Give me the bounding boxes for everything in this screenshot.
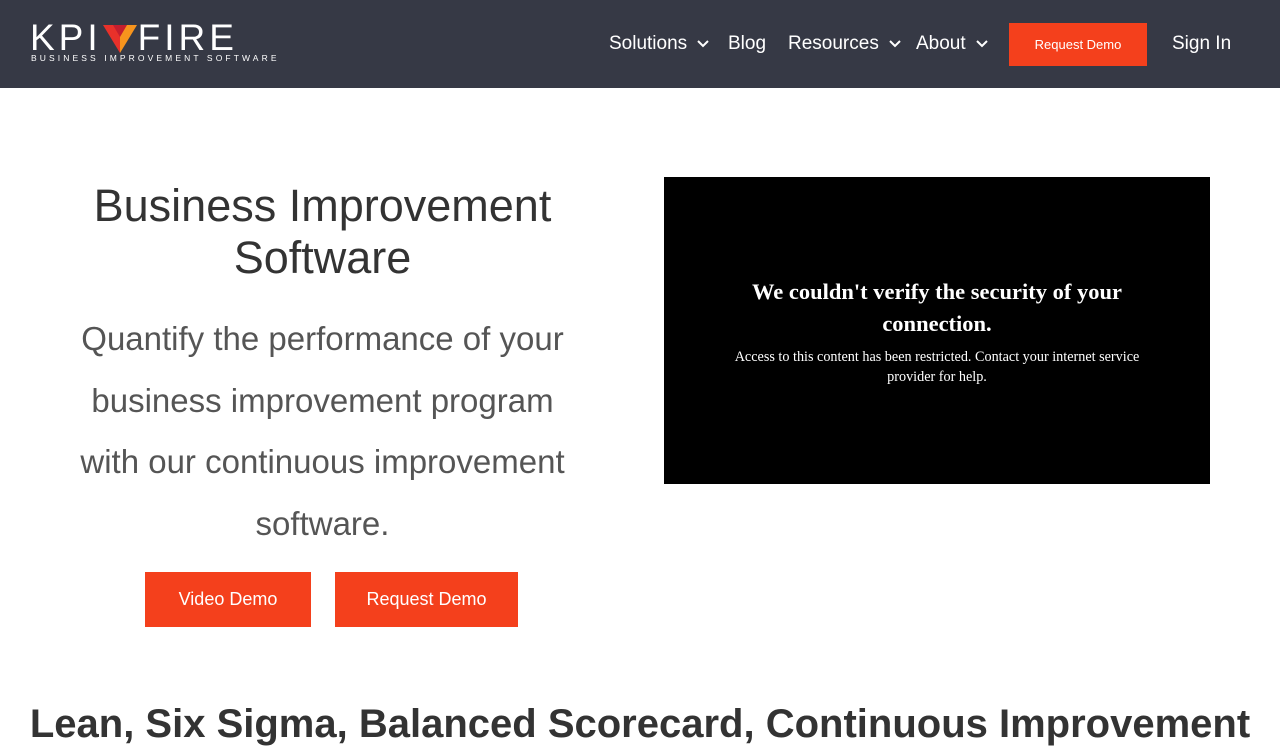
video-embed[interactable]: We couldn't verify the security of your …	[664, 177, 1210, 484]
sign-in-link[interactable]: Sign In	[1172, 30, 1231, 58]
nav-about[interactable]: About	[916, 30, 989, 58]
hero-title: Business Improvement Software	[93, 180, 552, 283]
chevron-down-icon	[697, 40, 709, 48]
request-demo-button[interactable]: Request Demo	[335, 572, 518, 627]
top-navbar: KPI FIRE BUSINESS IMPROVEMENT SOFTWARE So…	[0, 0, 1280, 88]
video-error-heading: We couldn't verify the security of your …	[752, 279, 1122, 336]
logo-flame-icon	[102, 23, 137, 53]
chevron-down-icon	[975, 40, 988, 48]
nav-solutions-label: Solutions	[609, 33, 688, 54]
nav-resources[interactable]: Resources	[788, 30, 902, 58]
video-demo-button[interactable]: Video Demo	[145, 572, 311, 627]
nav-solutions[interactable]: Solutions	[609, 30, 710, 58]
nav-about-label: About	[916, 33, 966, 54]
nav-blog-label: Blog	[728, 33, 767, 54]
hero-subtitle: Quantify the performance of your busines…	[80, 320, 565, 542]
sign-in-label: Sign In	[1172, 33, 1232, 54]
nav-request-demo-button[interactable]: Request Demo	[1009, 23, 1147, 66]
section-heading: Lean, Six Sigma, Balanced Scorecard, Con…	[29, 702, 1251, 746]
kpifire-logo[interactable]: KPI FIRE BUSINESS IMPROVEMENT SOFTWARE	[30, 17, 280, 66]
nav-resources-label: Resources	[788, 33, 879, 54]
video-error-message: Access to this content has been restrict…	[734, 349, 1140, 385]
logo-wordmark: KPI FIRE	[30, 17, 238, 58]
chevron-down-icon	[889, 40, 901, 48]
nav-blog[interactable]: Blog	[728, 30, 766, 58]
logo-tagline: BUSINESS IMPROVEMENT SOFTWARE	[31, 53, 280, 63]
